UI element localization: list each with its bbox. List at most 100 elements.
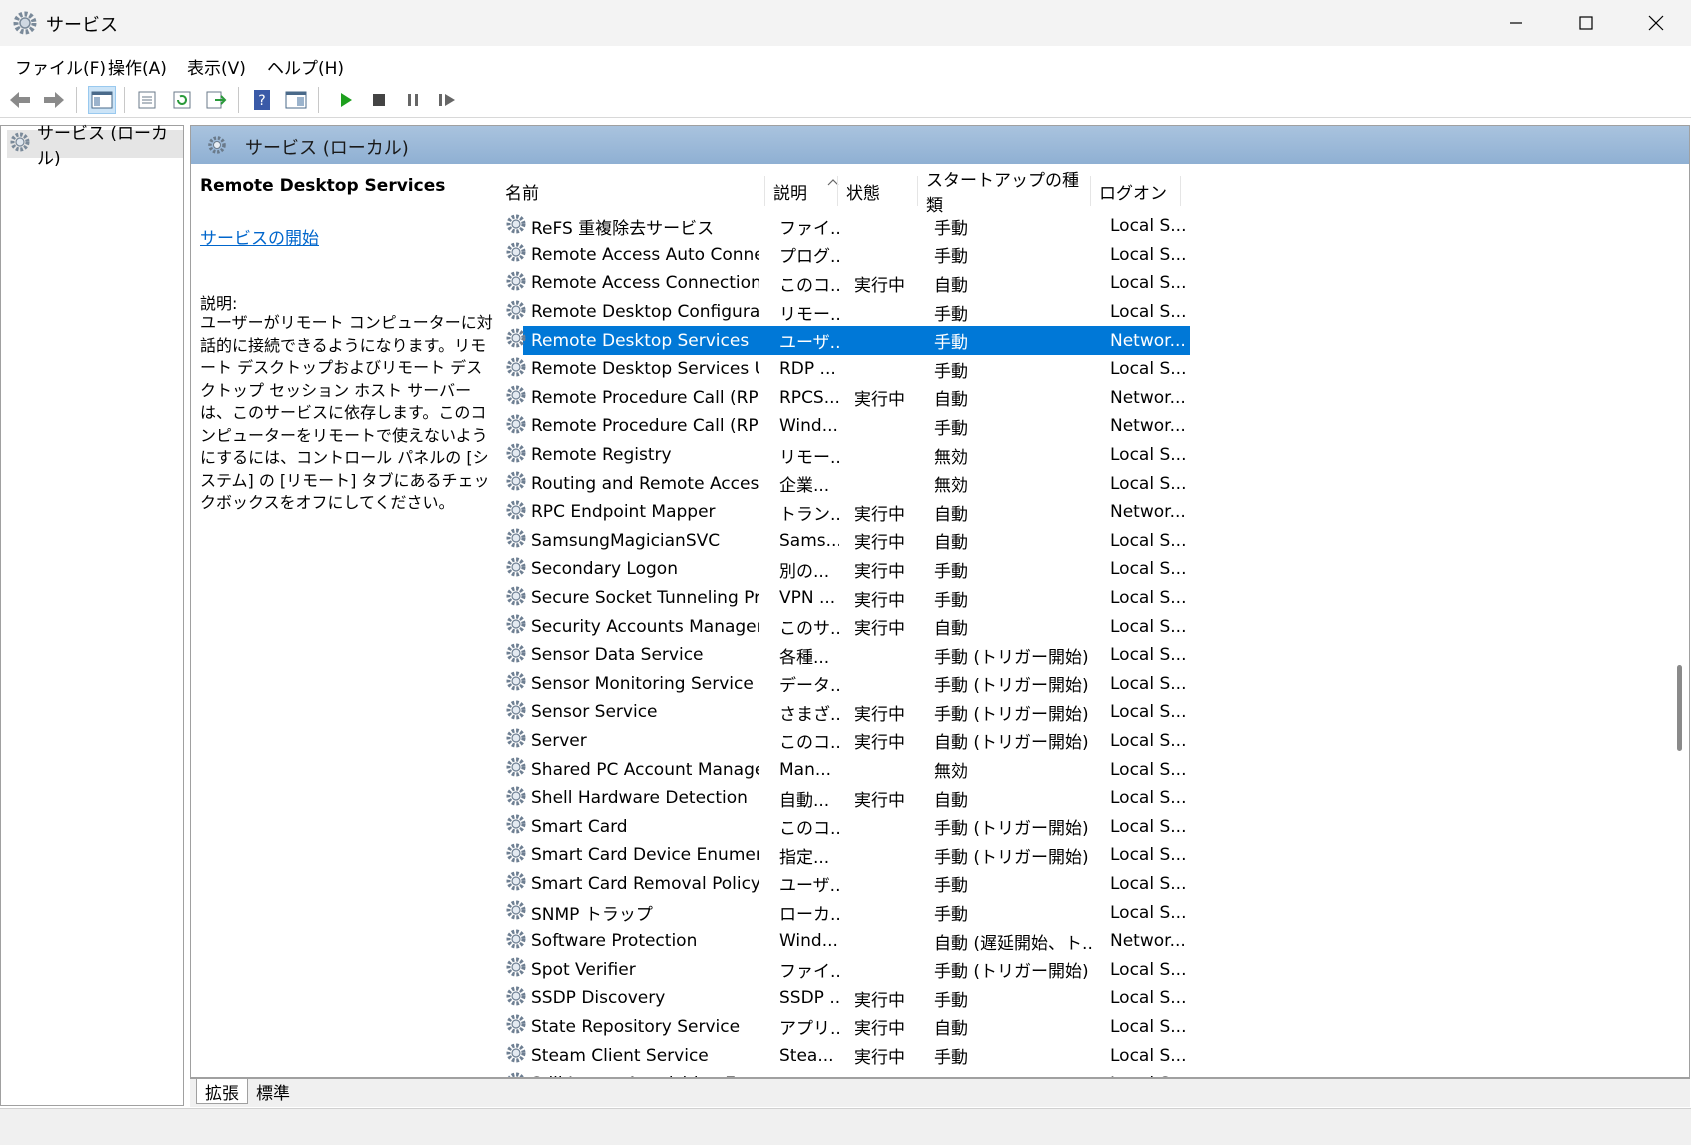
pause-service-button[interactable] [399, 86, 427, 114]
service-row[interactable]: Security Accounts Manager このサ... 実行中 自動 Loca… [497, 612, 1689, 641]
service-row[interactable]: Spot Verifier ファイ... 手動 (トリガー開始) Local S... [497, 955, 1689, 984]
service-logon-cell: Local S... [1110, 988, 1187, 1009]
service-logon-cell: Local S... [1110, 816, 1187, 837]
menu-help[interactable]: ヘルプ(H) [267, 54, 344, 79]
service-row[interactable]: Remote Access Auto Connec... プログ... 手動 Loca… [497, 241, 1689, 270]
service-name: Sensor Service [531, 702, 658, 723]
description-label: 説明: [200, 294, 238, 313]
service-row[interactable]: Remote Desktop Configurati... リモー... 手動 Loc… [497, 298, 1689, 327]
service-status-cell: 実行中 [854, 590, 905, 611]
service-row[interactable]: Secondary Logon 別の... 実行中 手動 Local S... [497, 555, 1689, 584]
service-row[interactable]: Software Protection Wind... 自動 (遅延開始、ト... N… [497, 927, 1689, 956]
service-row[interactable]: Smart Card Removal Policy ユーザ... 手動 Local S… [497, 870, 1689, 899]
export-list-button[interactable] [202, 86, 230, 114]
start-service-button[interactable] [332, 86, 360, 114]
service-row[interactable]: Remote Access Connection ... このコ... 実行中 自動 L… [497, 269, 1689, 298]
service-name: Remote Procedure Call (RPC) [531, 387, 759, 408]
menu-action[interactable]: 操作(A) [108, 54, 167, 79]
forward-button[interactable] [40, 86, 68, 114]
service-row[interactable]: Sensor Service さまざ... 実行中 手動 (トリガー開始) Local … [497, 698, 1689, 727]
service-name-cell: State Repository Service [505, 1013, 759, 1042]
menu-file[interactable]: ファイル(F) [15, 54, 106, 79]
service-row[interactable]: Smart Card Device Enumerat... 指定... 手動 (トリ… [497, 841, 1689, 870]
stop-service-button[interactable] [365, 86, 393, 114]
service-row[interactable]: Shell Hardware Detection 自動... 実行中 自動 Local … [497, 784, 1689, 813]
service-status-cell [854, 927, 924, 956]
start-service-link[interactable]: サービスの開始 [200, 224, 319, 249]
service-startup-cell: 手動 (トリガー開始) [934, 647, 1089, 668]
service-startup-cell: 自動 [934, 790, 968, 811]
service-description-cell: ファイ... [779, 962, 839, 983]
service-name: Spot Verifier [531, 959, 636, 980]
service-row[interactable]: Still Image Acquisition Events 静止... 手動 Loc… [497, 1070, 1689, 1077]
help-button[interactable]: ? [248, 86, 276, 114]
service-row[interactable]: Sensor Data Service 各種... 手動 (トリガー開始) Local… [497, 641, 1689, 670]
vertical-scrollbar-thumb[interactable] [1677, 665, 1682, 751]
column-header-logon[interactable]: ログオン [1091, 176, 1181, 206]
service-gear-icon [505, 842, 527, 869]
service-description-cell: リモー... [779, 447, 839, 468]
service-row[interactable]: RPC Endpoint Mapper トラン... 実行中 自動 Networ... [497, 498, 1689, 527]
close-button[interactable] [1621, 0, 1691, 46]
service-description-cell: ファイ... [779, 218, 839, 239]
service-row[interactable]: Shared PC Account Manager Man... 無効 Local S… [497, 755, 1689, 784]
service-status-cell [854, 1070, 924, 1077]
service-row[interactable]: Smart Card このコ... 手動 (トリガー開始) Local S... [497, 812, 1689, 841]
properties-button[interactable] [133, 86, 161, 114]
service-row[interactable]: Remote Registry リモー... 無効 Local S... [497, 441, 1689, 470]
service-row[interactable]: Secure Socket Tunneling Pro... VPN ... 実行中… [497, 584, 1689, 613]
column-header-name[interactable]: 名前 [497, 176, 765, 206]
mmc-view-button[interactable] [282, 86, 310, 114]
service-gear-icon [505, 785, 527, 812]
service-name: Remote Desktop Services [531, 330, 750, 351]
service-row[interactable]: SSDP Discovery SSDP ... 実行中 手動 Local S... [497, 984, 1689, 1013]
service-name: Shell Hardware Detection [531, 788, 748, 809]
service-row[interactable]: Sensor Monitoring Service データ... 手動 (トリガー開… [497, 670, 1689, 699]
service-gear-icon [505, 270, 527, 297]
menu-view[interactable]: 表示(V) [187, 54, 246, 79]
show-hide-console-tree-button[interactable] [88, 86, 116, 114]
service-name: SamsungMagicianSVC [531, 530, 721, 551]
maximize-button[interactable] [1551, 0, 1621, 46]
service-name-cell: Remote Desktop Services Us... [505, 355, 759, 384]
minimize-button[interactable] [1481, 0, 1551, 46]
service-row[interactable]: Remote Procedure Call (RPC)... Wind... 手動 N… [497, 412, 1689, 441]
service-description-cell: SSDP ... [779, 988, 839, 1009]
service-row[interactable]: SamsungMagicianSVC Sams... 実行中 自動 Local S... [497, 527, 1689, 556]
service-gear-icon [505, 928, 527, 955]
refresh-button[interactable] [168, 86, 196, 114]
service-name-cell: SSDP Discovery [505, 984, 759, 1013]
service-description-cell: RDP ... [779, 359, 836, 380]
service-row[interactable]: State Repository Service アプリ... 実行中 自動 Local… [497, 1013, 1689, 1042]
service-status-cell: 実行中 [854, 733, 905, 754]
service-row[interactable]: Remote Procedure Call (RPC) RPCS... 実行中 自動 N… [497, 384, 1689, 413]
service-logon-cell: Local S... [1110, 845, 1187, 866]
service-row[interactable]: ReFS 重複除去サービス ファイ... 手動 Local S... [497, 212, 1689, 241]
service-name-cell: SNMP トラップ [505, 898, 759, 927]
service-name-cell: Remote Desktop Services [505, 326, 759, 355]
service-name-cell: SamsungMagicianSVC [505, 527, 759, 556]
service-logon-cell: Local S... [1110, 530, 1187, 551]
back-button[interactable] [6, 86, 34, 114]
service-row[interactable]: Steam Client Service Stea... 実行中 手動 Local S.… [497, 1041, 1689, 1070]
toolbar: ? [0, 82, 1691, 118]
service-startup-cell: 手動 (トリガー開始) [934, 819, 1089, 840]
services-list: 名前 説明 状態 スタートアップの種類 ログオン ReFS 重複除去サービス ファ… [497, 164, 1689, 1077]
column-header-startup-type[interactable]: スタートアップの種類 [918, 171, 1091, 216]
service-status-cell [854, 812, 924, 841]
tab-standard[interactable]: 標準 [248, 1079, 298, 1104]
tree-node-services-local[interactable]: サービス (ローカル) [7, 124, 183, 169]
service-gear-icon [505, 356, 527, 383]
service-row[interactable]: SNMP トラップ ローカ... 手動 Local S... [497, 898, 1689, 927]
service-name-cell: Shell Hardware Detection [505, 784, 759, 813]
restart-service-button[interactable] [433, 86, 461, 114]
service-row[interactable]: Server このコ... 実行中 自動 (トリガー開始) Local S... [497, 727, 1689, 756]
service-row[interactable]: Remote Desktop Services ユーザ... 手動 Networ... [497, 326, 1689, 355]
service-status-cell [854, 212, 924, 241]
tab-extended[interactable]: 拡張 [196, 1079, 248, 1104]
column-header-description[interactable]: 説明 [765, 176, 838, 206]
service-logon-cell: Local S... [1110, 473, 1187, 494]
service-row[interactable]: Remote Desktop Services Us... RDP ... 手動 Lo… [497, 355, 1689, 384]
column-header-status[interactable]: 状態 [838, 176, 918, 206]
service-row[interactable]: Routing and Remote Access 企業... 無効 Local S.… [497, 469, 1689, 498]
